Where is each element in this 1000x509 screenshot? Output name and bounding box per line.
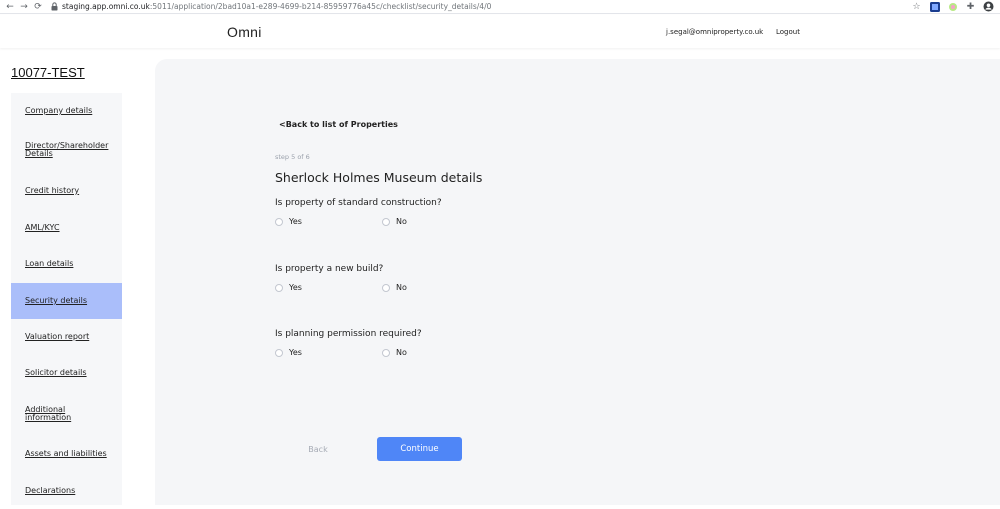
application-id-link[interactable]: 10077-TEST — [11, 65, 85, 80]
sidebar-item-label: Valuation report — [25, 332, 90, 341]
user-email: j.segal@omniproperty.co.uk — [666, 28, 764, 36]
question-standard-construction: Is property of standard construction? — [275, 198, 442, 208]
back-to-properties-link[interactable]: <Back to list of Properties — [279, 120, 398, 129]
logout-link[interactable]: Logout — [776, 28, 800, 36]
page-title: Sherlock Holmes Museum details — [275, 170, 483, 185]
sidebar-item-assets-liabilities[interactable]: Assets and liabilities — [11, 436, 122, 472]
sidebar-item-label: Security details — [25, 296, 88, 305]
radio-icon[interactable] — [275, 217, 283, 226]
sidebar-item-label: Additional information — [25, 405, 72, 422]
browser-toolbar: ← → ⟳ staging.app.omni.co.uk :5011/appli… — [0, 0, 1000, 14]
option-label: Yes — [289, 283, 302, 292]
continue-button[interactable]: Continue — [377, 437, 462, 461]
sidebar-item-company-details[interactable]: Company details — [11, 93, 122, 129]
browser-nav: ← → ⟳ — [4, 1, 44, 13]
star-icon[interactable]: ☆ — [911, 1, 922, 12]
sidebar-item-solicitor-details[interactable]: Solicitor details — [11, 355, 122, 391]
option-label: Yes — [289, 348, 302, 357]
step-indicator: step 5 of 6 — [275, 153, 310, 161]
sidebar-item-label: AML/KYC — [25, 223, 60, 232]
url-host: staging.app.omni.co.uk — [62, 2, 150, 11]
puzzle-icon[interactable]: ✚ — [965, 1, 976, 12]
planning-permission-yes[interactable]: Yes — [275, 348, 302, 357]
sidebar-item-label: Director/Shareholder Details — [25, 141, 109, 158]
sidebar-item-valuation-report[interactable]: Valuation report — [11, 319, 122, 355]
extension-grid-icon[interactable] — [929, 1, 940, 12]
sidebar-item-additional-information[interactable]: Additional information — [11, 395, 122, 433]
url-path: :5011/application/2bad10a1-e289-4699-b21… — [149, 2, 492, 11]
reload-icon[interactable]: ⟳ — [32, 1, 44, 13]
sidebar-item-security-details[interactable]: Security details — [11, 283, 122, 319]
question-planning-permission: Is planning permission required? — [275, 329, 422, 339]
address-bar[interactable]: staging.app.omni.co.uk :5011/application… — [50, 1, 491, 13]
back-arrow-icon[interactable]: ← — [4, 1, 16, 13]
profile-icon[interactable] — [983, 1, 994, 12]
standard-construction-yes[interactable]: Yes — [275, 217, 302, 226]
option-label: Yes — [289, 217, 302, 226]
sidebar-item-label: Credit history — [25, 186, 80, 195]
forward-arrow-icon[interactable]: → — [18, 1, 30, 13]
back-button[interactable]: Back — [300, 442, 336, 456]
brand-logo[interactable]: Omni — [227, 24, 262, 40]
option-label: No — [396, 217, 407, 226]
new-build-yes[interactable]: Yes — [275, 283, 302, 292]
radio-icon[interactable] — [382, 283, 390, 292]
app-header: Omni j.segal@omniproperty.co.uk Logout — [0, 15, 1000, 48]
radio-icon[interactable] — [275, 283, 283, 292]
new-build-no[interactable]: No — [382, 283, 407, 292]
sidebar-item-aml-kyc[interactable]: AML/KYC — [11, 210, 122, 246]
sidebar-item-declarations[interactable]: Declarations — [11, 473, 122, 509]
radio-icon[interactable] — [275, 348, 283, 357]
planning-permission-no[interactable]: No — [382, 348, 407, 357]
option-label: No — [396, 348, 407, 357]
sidebar: Company details Director/Shareholder Det… — [11, 93, 122, 505]
sidebar-item-label: Loan details — [25, 259, 74, 268]
extension-color-icon[interactable] — [947, 1, 958, 12]
radio-icon[interactable] — [382, 217, 390, 226]
sidebar-item-loan-details[interactable]: Loan details — [11, 246, 122, 282]
option-label: No — [396, 283, 407, 292]
sidebar-item-label: Company details — [25, 106, 93, 115]
sidebar-item-credit-history[interactable]: Credit history — [11, 173, 122, 209]
browser-extensions: ☆ ✚ — [911, 1, 994, 12]
sidebar-item-director-shareholder[interactable]: Director/Shareholder Details — [11, 131, 122, 169]
sidebar-item-label: Declarations — [25, 486, 76, 495]
lock-icon — [50, 2, 59, 12]
radio-icon[interactable] — [382, 348, 390, 357]
standard-construction-no[interactable]: No — [382, 217, 407, 226]
sidebar-item-label: Assets and liabilities — [25, 449, 107, 458]
sidebar-item-label: Solicitor details — [25, 368, 87, 377]
question-new-build: Is property a new build? — [275, 264, 384, 274]
